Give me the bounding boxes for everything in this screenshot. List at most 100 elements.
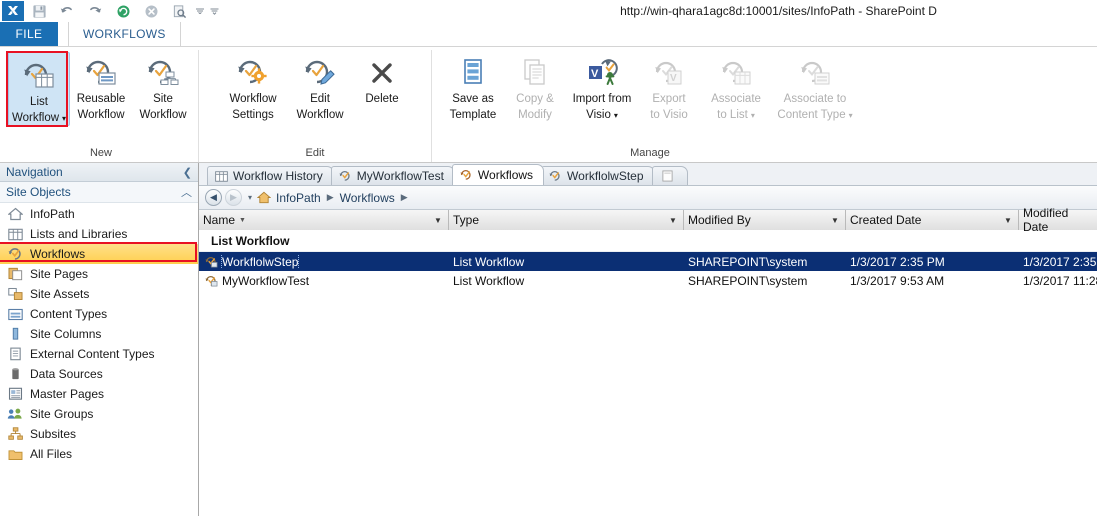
- site-workflow-icon: [146, 54, 180, 90]
- sort-indicator-icon: ▼: [239, 216, 246, 224]
- preview-in-browser-icon[interactable]: [166, 1, 192, 21]
- table-row[interactable]: MyWorkflowTest List Workflow SHAREPOINT\…: [199, 271, 1097, 290]
- main-area: Navigation ❮ Site Objects ︿ InfoPath Lis…: [0, 163, 1097, 516]
- sidebar-item-site-assets[interactable]: Site Assets: [0, 284, 198, 304]
- column-header-created-date[interactable]: Created Date ▼: [846, 210, 1019, 230]
- workflow-icon: [205, 275, 218, 287]
- workflow-icon: [339, 170, 352, 182]
- filter-dropdown-icon[interactable]: ▼: [829, 216, 841, 225]
- row-type: List Workflow: [453, 254, 525, 269]
- sidebar-item-external-content-types[interactable]: External Content Types: [0, 344, 198, 364]
- site-pages-icon: [6, 266, 24, 282]
- sidebar-item-lists-and-libraries[interactable]: Lists and Libraries: [0, 224, 198, 244]
- customize-quick-access-icon[interactable]: [208, 1, 220, 21]
- document-tab-bar: Workflow History MyWorkflowTest Workflow…: [199, 163, 1097, 186]
- import-from-visio-label-2: Visio: [586, 109, 611, 121]
- sidebar-item-site-pages[interactable]: Site Pages: [0, 264, 198, 284]
- doc-tab-label-workflolwstep: WorkflolwStep: [567, 169, 644, 183]
- sidebar-item-infopath[interactable]: InfoPath: [0, 204, 198, 224]
- site-objects-header[interactable]: Site Objects ︿: [0, 182, 198, 203]
- doc-tab-workflolwstep[interactable]: WorkflolwStep: [541, 166, 655, 185]
- cancel-icon[interactable]: [138, 1, 164, 21]
- doc-tab-myworkflowtest[interactable]: MyWorkflowTest: [330, 166, 455, 185]
- breadcrumb-item-infopath[interactable]: InfoPath: [276, 191, 321, 205]
- sidebar-item-content-types[interactable]: Content Types: [0, 304, 198, 324]
- associate-to-list-icon: [719, 54, 753, 90]
- chevron-down-icon[interactable]: ▾: [248, 193, 252, 202]
- column-header-type[interactable]: Type ▼: [449, 210, 684, 230]
- sidebar-label-external-content-types: External Content Types: [30, 347, 155, 361]
- workflow-settings-icon: [236, 54, 270, 90]
- refresh-icon[interactable]: [110, 1, 136, 21]
- ribbon-tab-file[interactable]: FILE: [0, 21, 58, 46]
- export-to-visio-label-1: Export: [652, 93, 686, 105]
- back-arrow-icon[interactable]: ◀: [205, 189, 222, 206]
- import-from-visio-button[interactable]: V Import from Visio ▾: [566, 50, 638, 122]
- ribbon-group-label-new: New: [89, 147, 112, 159]
- row-modified-date: 1/3/2017 2:35: [1023, 254, 1097, 269]
- filter-dropdown-icon[interactable]: ▼: [1002, 216, 1014, 225]
- filter-dropdown-icon[interactable]: ▼: [667, 216, 679, 225]
- sidebar-label-workflows: Workflows: [30, 247, 86, 261]
- quick-access-dropdown-icon[interactable]: [194, 1, 206, 21]
- site-workflow-label-2: Workflow: [139, 109, 187, 121]
- chevron-down-icon[interactable]: ▾: [614, 111, 618, 120]
- delete-button[interactable]: Delete: [351, 50, 413, 106]
- doc-tab-new[interactable]: [651, 166, 688, 185]
- sidebar-item-workflows[interactable]: Workflows: [0, 242, 198, 264]
- ribbon-group-label-manage: Manage: [630, 147, 670, 159]
- ribbon-tab-workflows[interactable]: WORKFLOWS: [68, 21, 181, 46]
- home-icon: [6, 206, 24, 222]
- column-label-modified-date: Modified Date: [1023, 206, 1069, 234]
- save-icon[interactable]: [26, 1, 52, 21]
- row-name: WorkflolwStep: [220, 254, 300, 269]
- row-created-date: 1/3/2017 9:53 AM: [850, 273, 945, 288]
- sidebar-label-site-pages: Site Pages: [30, 267, 89, 281]
- doc-tab-workflow-history[interactable]: Workflow History: [207, 166, 334, 185]
- new-document-icon: [661, 170, 674, 182]
- workflow-icon: [205, 256, 218, 268]
- table-row[interactable]: WorkflolwStep List Workflow SHAREPOINT\s…: [199, 252, 1097, 271]
- content-area: Workflow History MyWorkflowTest Workflow…: [199, 163, 1097, 516]
- save-as-template-button[interactable]: Save as Template: [442, 50, 504, 122]
- column-header-modified-by[interactable]: Modified By ▼: [684, 210, 846, 230]
- sidebar-item-data-sources[interactable]: Data Sources: [0, 364, 198, 384]
- sidebar-item-subsites[interactable]: Subsites: [0, 424, 198, 444]
- breadcrumb-item-workflows[interactable]: Workflows: [340, 191, 395, 205]
- list-workflow-button[interactable]: List Workflow ▾: [8, 52, 70, 126]
- doc-tab-workflows[interactable]: Workflows: [451, 164, 545, 185]
- chevron-down-icon[interactable]: ▾: [62, 114, 66, 123]
- reusable-workflow-button[interactable]: Reusable Workflow: [70, 50, 132, 122]
- column-header-name[interactable]: Name ▼ ▼: [199, 210, 449, 230]
- sharepoint-designer-icon[interactable]: [2, 1, 24, 21]
- sidebar-label-data-sources: Data Sources: [30, 367, 103, 381]
- title-bar: http://win-qhara1agc8d:10001/sites/InfoP…: [0, 0, 1097, 22]
- grid-group-header[interactable]: List Workflow: [199, 230, 1097, 252]
- home-icon: [257, 191, 272, 204]
- sidebar-item-site-columns[interactable]: Site Columns: [0, 324, 198, 344]
- chevron-up-icon[interactable]: ︿: [181, 184, 192, 200]
- sidebar-label-site-assets: Site Assets: [30, 287, 90, 301]
- sidebar-label-site-columns: Site Columns: [30, 327, 102, 341]
- svg-text:V: V: [670, 73, 677, 84]
- reusable-workflow-icon: [84, 54, 118, 90]
- chevron-left-icon[interactable]: ❮: [183, 166, 192, 179]
- redo-icon[interactable]: [82, 1, 108, 21]
- filter-dropdown-icon[interactable]: ▼: [432, 216, 444, 225]
- edit-workflow-button[interactable]: Edit Workflow: [289, 50, 351, 122]
- copy-and-modify-label-1: Copy &: [516, 93, 554, 105]
- sidebar-item-master-pages[interactable]: Master Pages: [0, 384, 198, 404]
- workflow-settings-button[interactable]: Workflow Settings: [217, 50, 289, 122]
- sidebar-item-site-groups[interactable]: Site Groups: [0, 404, 198, 424]
- list-icon: [215, 170, 228, 182]
- chevron-down-icon: ▾: [848, 110, 853, 120]
- navigation-title: Navigation: [6, 165, 63, 179]
- quick-access-toolbar: [2, 1, 220, 21]
- row-modified-date: 1/3/2017 11:28: [1023, 273, 1097, 288]
- list-workflow-icon: [22, 57, 56, 93]
- sidebar-item-all-files[interactable]: All Files: [0, 444, 198, 464]
- column-header-modified-date[interactable]: Modified Date: [1019, 206, 1097, 234]
- doc-tab-label-workflows: Workflows: [477, 168, 534, 182]
- site-workflow-button[interactable]: Site Workflow: [132, 50, 194, 122]
- undo-icon[interactable]: [54, 1, 80, 21]
